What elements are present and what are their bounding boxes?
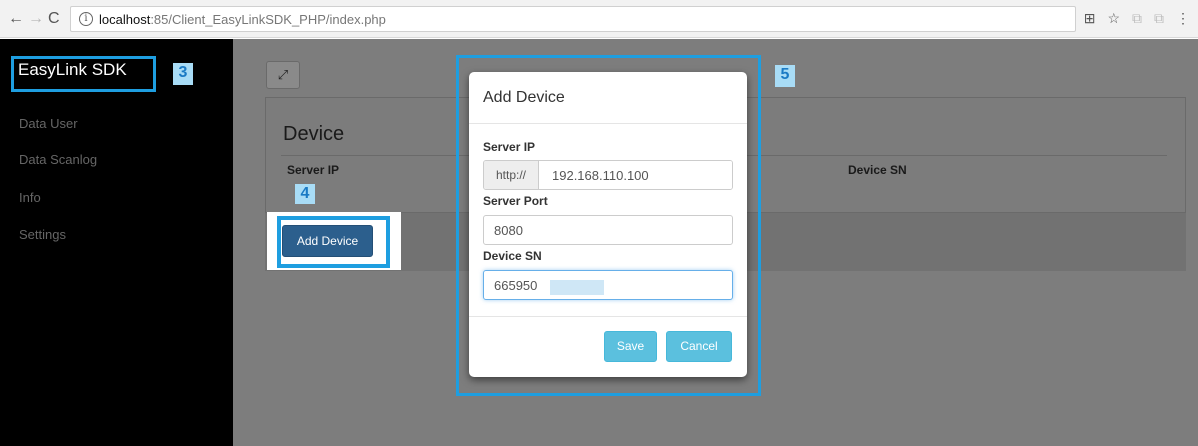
callout-label-3: 3 bbox=[173, 63, 193, 85]
panel-title: Device bbox=[283, 123, 345, 145]
back-arrow-icon[interactable]: ← bbox=[8, 10, 24, 28]
redaction-overlay bbox=[550, 280, 604, 295]
translate-icon[interactable]: ⊞ bbox=[1084, 10, 1096, 27]
sidebar-item-settings[interactable]: Settings bbox=[19, 227, 66, 242]
column-header-server-ip: Server IP bbox=[287, 163, 340, 177]
expand-icon[interactable]: ⤢ bbox=[266, 61, 300, 89]
menu-icon[interactable]: ⋮ bbox=[1176, 10, 1190, 27]
modal-header-divider bbox=[469, 123, 747, 124]
add-device-modal: Add Device Server IP http:// Server Port… bbox=[469, 72, 747, 377]
url-path: :85/Client_EasyLinkSDK_PHP/index.php bbox=[150, 12, 386, 27]
extension-icon[interactable]: ⧉ bbox=[1154, 10, 1164, 27]
device-sn-input[interactable] bbox=[483, 270, 733, 300]
protocol-prefix: http:// bbox=[484, 161, 539, 189]
server-port-input[interactable] bbox=[483, 215, 733, 245]
star-icon[interactable]: ☆ bbox=[1107, 10, 1120, 27]
column-header-device-sn: Device SN bbox=[848, 163, 907, 177]
browser-toolbar: ← → C i localhost:85/Client_EasyLinkSDK_… bbox=[0, 0, 1198, 38]
sidebar-item-data-scanlog[interactable]: Data Scanlog bbox=[19, 152, 97, 167]
sidebar-item-info[interactable]: Info bbox=[19, 190, 41, 205]
server-ip-input[interactable] bbox=[539, 161, 732, 189]
save-button[interactable]: Save bbox=[604, 331, 657, 362]
add-device-button[interactable]: Add Device bbox=[282, 225, 373, 257]
cancel-button[interactable]: Cancel bbox=[666, 331, 732, 362]
modal-footer-divider bbox=[469, 316, 747, 317]
reload-icon[interactable]: C bbox=[48, 10, 60, 28]
site-info-icon[interactable]: i bbox=[79, 12, 93, 26]
sidebar bbox=[0, 39, 233, 446]
brand-title[interactable]: EasyLink SDK bbox=[18, 60, 127, 80]
callout-label-5: 5 bbox=[775, 65, 795, 87]
modal-title: Add Device bbox=[483, 89, 565, 106]
url-host: localhost bbox=[99, 12, 151, 27]
address-bar[interactable]: i localhost:85/Client_EasyLinkSDK_PHP/in… bbox=[70, 6, 1076, 32]
server-ip-input-group: http:// bbox=[483, 160, 733, 190]
url-text: localhost:85/Client_EasyLinkSDK_PHP/inde… bbox=[99, 12, 386, 27]
device-sn-label: Device SN bbox=[483, 249, 542, 263]
server-port-label: Server Port bbox=[483, 194, 548, 208]
sidebar-item-data-user[interactable]: Data User bbox=[19, 116, 78, 131]
server-ip-label: Server IP bbox=[483, 140, 536, 154]
forward-arrow-icon[interactable]: → bbox=[28, 10, 44, 28]
browser-icons: ⊞ ☆ ⧉ ⧉ ⋮ bbox=[1084, 10, 1190, 27]
callout-label-4: 4 bbox=[295, 184, 315, 204]
extension-icon[interactable]: ⧉ bbox=[1132, 10, 1142, 27]
